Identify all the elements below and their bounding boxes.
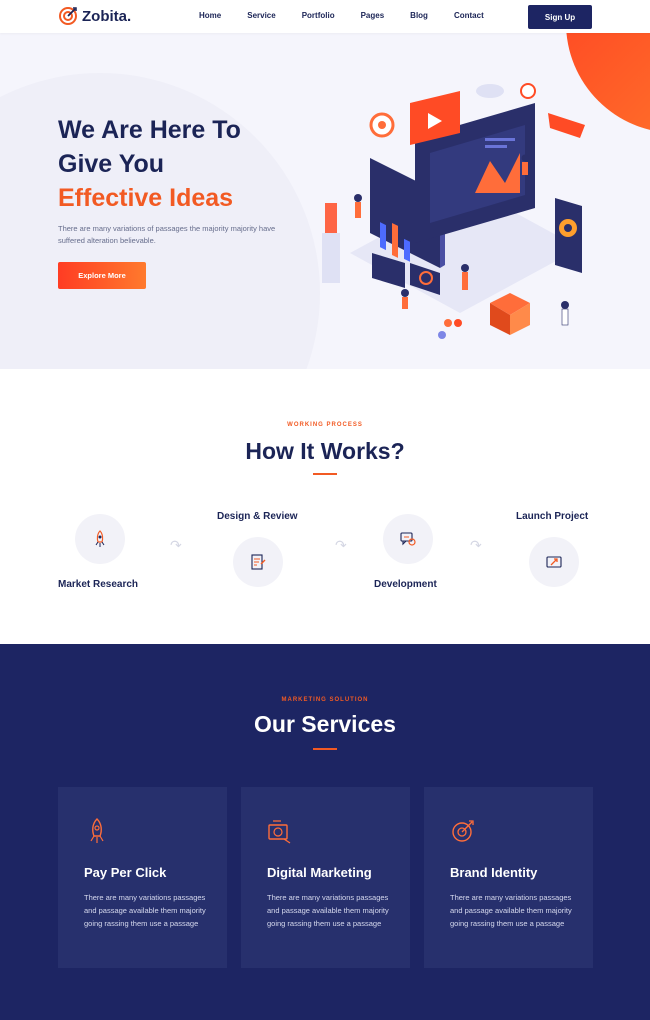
service-card-digital-marketing[interactable]: Digital Marketing There are many variati… <box>241 787 410 968</box>
curve-arrow-icon: ↷ <box>170 537 182 553</box>
rocket-icon <box>95 530 105 547</box>
card-title: Digital Marketing <box>267 865 372 880</box>
target-icon <box>452 820 474 842</box>
step-design-review-label: Design & Review <box>217 511 298 522</box>
explore-more-button[interactable]: Explore More <box>58 262 146 289</box>
services-title-underline <box>313 748 337 750</box>
works-title: How It Works? <box>245 438 405 464</box>
step-development-circle[interactable] <box>383 514 433 564</box>
works-eyebrow: WORKING PROCESS <box>287 422 363 428</box>
nav-portfolio[interactable]: Portfolio <box>302 11 335 20</box>
services-section: MARKETING SOLUTION Our Services Pay Per … <box>0 644 650 1020</box>
services-title: Our Services <box>254 711 396 737</box>
nav-service[interactable]: Service <box>247 11 275 20</box>
chat-gear-icon <box>400 532 416 546</box>
works-title-underline <box>313 473 337 475</box>
card-text: There are many variations passages and p… <box>450 893 572 928</box>
services-eyebrow: MARKETING SOLUTION <box>281 697 369 703</box>
marketing-icon <box>268 820 291 844</box>
step-launch-project-circle[interactable] <box>529 537 579 587</box>
site-header: Zobita. Home Service Portfolio Pages Blo… <box>0 0 650 33</box>
main-nav: Home Service Portfolio Pages Blog Contac… <box>199 11 510 20</box>
card-text: There are many variations passages and p… <box>84 893 206 928</box>
rocket-icon <box>90 818 104 843</box>
curve-arrow-icon: ↷ <box>335 537 347 553</box>
document-pen-icon <box>251 554 266 570</box>
brand-name: Zobita. <box>82 7 132 25</box>
logo[interactable]: Zobita. <box>58 6 131 26</box>
hero-section: We Are Here To Give You Effective Ideas … <box>0 33 650 369</box>
nav-home[interactable]: Home <box>199 11 221 20</box>
hero-description: There are many variations of passages th… <box>58 224 276 245</box>
hero-title-line2: Give You <box>58 150 165 178</box>
logo-target-icon <box>59 7 77 25</box>
nav-contact[interactable]: Contact <box>454 11 484 20</box>
nav-pages[interactable]: Pages <box>361 11 385 20</box>
service-card-brand-identity[interactable]: Brand Identity There are many variations… <box>424 787 593 968</box>
nav-blog[interactable]: Blog <box>410 11 428 20</box>
hero-title: We Are Here To Give You Effective Ideas <box>58 113 318 215</box>
service-card-pay-per-click[interactable]: Pay Per Click There are many variations … <box>58 787 227 968</box>
step-market-research-label: Market Research <box>58 579 139 590</box>
step-development-label: Development <box>374 579 437 590</box>
analytics-illustration <box>322 83 585 339</box>
how-it-works-section: WORKING PROCESS How It Works? Market Res… <box>0 369 650 644</box>
hero-title-line1: We Are Here To <box>58 116 241 144</box>
card-title: Brand Identity <box>450 865 538 880</box>
step-launch-project-label: Launch Project <box>516 511 589 522</box>
page: Zobita. Home Service Portfolio Pages Blo… <box>0 0 650 1020</box>
hero-title-line3: Effective Ideas <box>58 184 234 212</box>
curve-arrow-icon: ↷ <box>470 537 482 553</box>
card-title: Pay Per Click <box>84 865 167 880</box>
step-market-research-circle[interactable] <box>75 514 125 564</box>
card-text: There are many variations passages and p… <box>267 893 389 928</box>
signup-button[interactable]: Sign Up <box>528 5 592 29</box>
step-design-review-circle[interactable] <box>233 537 283 587</box>
launch-icon <box>546 556 562 568</box>
